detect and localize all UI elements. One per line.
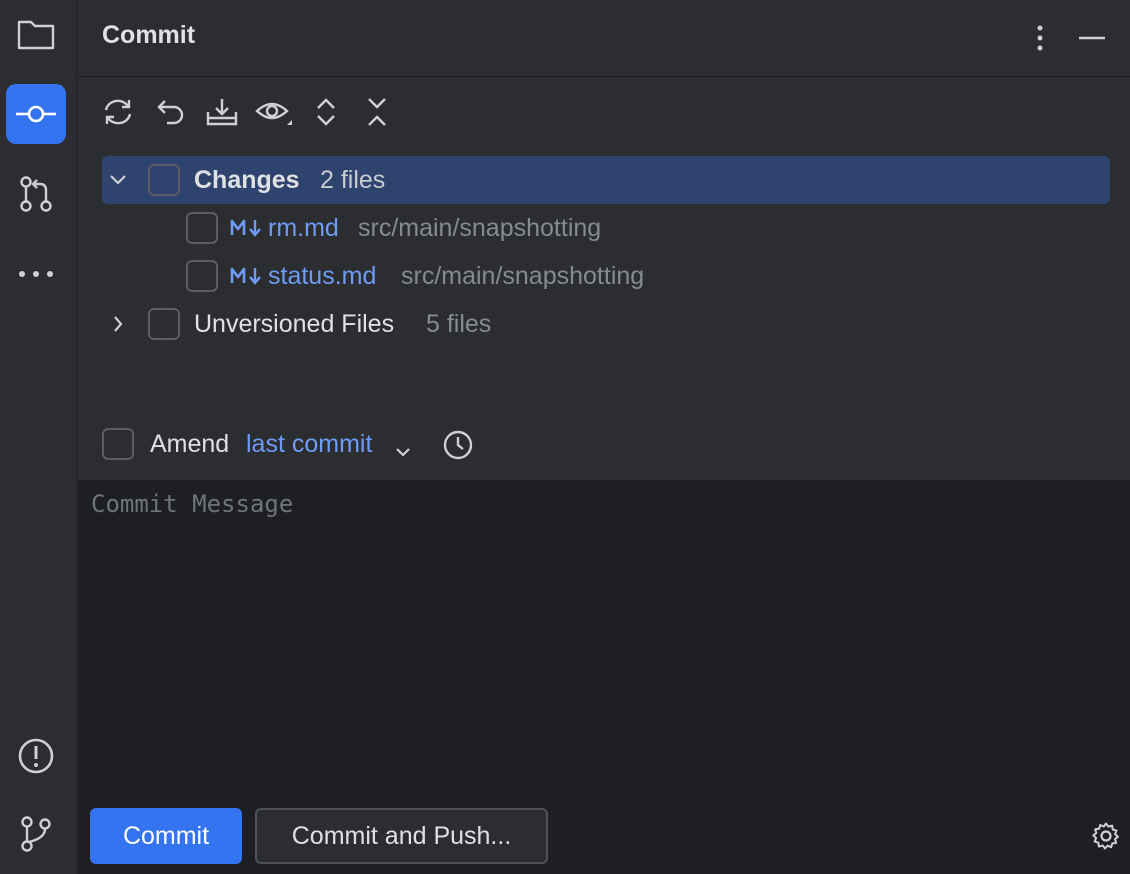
amend-checkbox[interactable]	[102, 428, 134, 460]
commit-button[interactable]: Commit	[90, 808, 242, 864]
commit-actions: Commit Commit and Push...	[78, 794, 1130, 874]
chevron-down-icon[interactable]	[394, 436, 412, 465]
pull-requests-icon[interactable]	[6, 164, 66, 224]
file-checkbox[interactable]	[186, 260, 218, 292]
chevron-down-icon[interactable]	[108, 170, 128, 190]
rollback-icon[interactable]	[150, 90, 192, 134]
markdown-icon	[230, 216, 266, 240]
shelve-icon[interactable]	[201, 90, 243, 134]
file-checkbox[interactable]	[186, 212, 218, 244]
git-branch-icon[interactable]	[6, 804, 66, 864]
markdown-icon	[230, 264, 266, 288]
amend-row: Amend last commit	[102, 422, 582, 468]
minimize-icon[interactable]	[1074, 20, 1110, 56]
unversioned-count: 5 files	[426, 309, 492, 338]
gear-icon[interactable]	[1088, 818, 1124, 854]
refresh-icon[interactable]	[97, 90, 139, 134]
chevron-right-icon[interactable]	[108, 314, 128, 334]
changes-checkbox[interactable]	[148, 164, 180, 196]
last-commit-link[interactable]: last commit	[246, 430, 372, 459]
changes-label: Changes	[194, 165, 300, 194]
expand-all-icon[interactable]	[305, 90, 347, 134]
options-menu-icon[interactable]	[1022, 20, 1058, 56]
problems-icon[interactable]	[6, 726, 66, 786]
changes-count: 2 files	[320, 165, 386, 194]
view-options-eye-icon[interactable]	[253, 90, 295, 134]
commit-message-input[interactable]	[78, 480, 1130, 794]
file-path: src/main/snapshotting	[401, 261, 645, 290]
project-folder-icon[interactable]	[6, 4, 66, 64]
file-row[interactable]: rm.md src/main/snapshotting	[102, 204, 1110, 252]
changes-toolbar	[78, 90, 478, 136]
file-path: src/main/snapshotting	[358, 213, 602, 242]
file-row[interactable]: status.md src/main/snapshotting	[102, 252, 1110, 300]
commit-panel: Commit Changes 2 files rm.md src/main/sn…	[78, 0, 1130, 874]
commit-icon[interactable]	[6, 84, 66, 144]
file-name: rm.md	[268, 213, 339, 242]
changes-group-row[interactable]: Changes 2 files	[102, 156, 1110, 204]
panel-title: Commit	[102, 21, 196, 49]
unversioned-label: Unversioned Files	[194, 309, 395, 338]
collapse-all-icon[interactable]	[356, 90, 398, 134]
more-icon[interactable]	[6, 244, 66, 304]
unversioned-group-row[interactable]: Unversioned Files 5 files	[102, 300, 1110, 348]
amend-label: Amend	[150, 430, 230, 458]
commit-and-push-button[interactable]: Commit and Push...	[255, 808, 548, 864]
tool-strip	[0, 0, 77, 874]
history-clock-icon[interactable]	[442, 429, 474, 468]
file-name: status.md	[268, 261, 377, 290]
panel-header: Commit	[78, 0, 1130, 77]
unversioned-checkbox[interactable]	[148, 308, 180, 340]
commit-tool-window: Commit Changes 2 files rm.md src/main/sn…	[0, 0, 1130, 874]
